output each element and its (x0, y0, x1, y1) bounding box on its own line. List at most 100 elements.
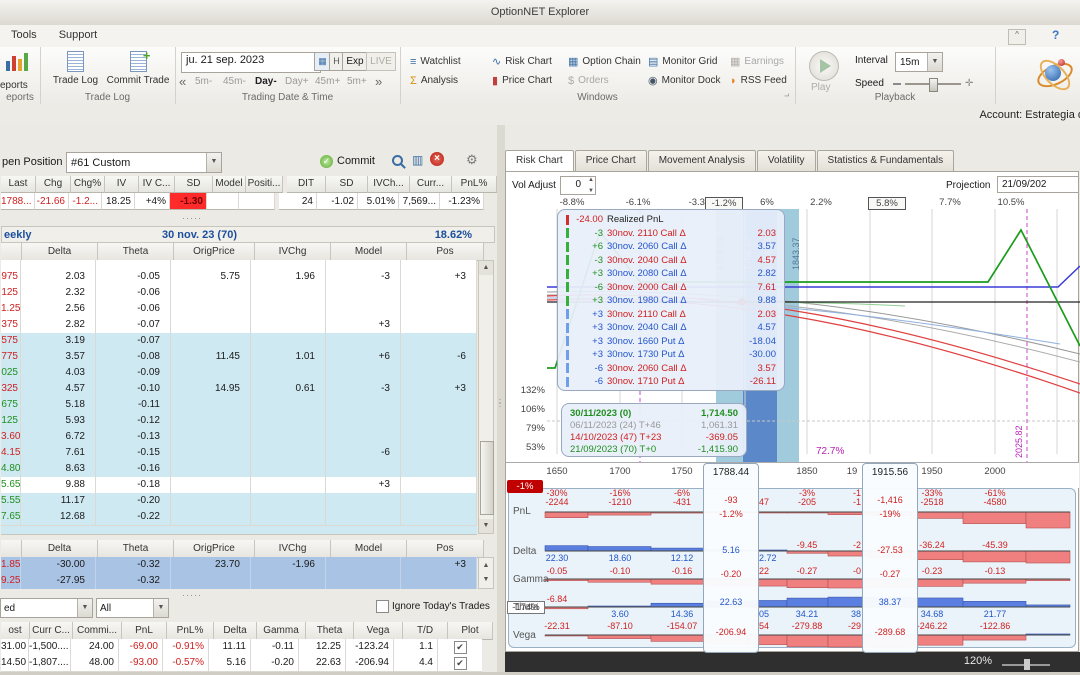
tab-risk-chart[interactable]: Risk Chart (505, 150, 574, 173)
chain-row[interactable]: 125 5.93 -0.12 (1, 413, 477, 429)
section-grip[interactable]: ····· (182, 213, 202, 223)
legend-bar-icon (566, 241, 569, 252)
chain-row[interactable]: 5.65 9.88 -0.18 +3 (1, 477, 477, 493)
reports-button[interactable]: eports (0, 80, 40, 91)
plot-checkbox[interactable]: ✔ (453, 641, 467, 654)
chain-row[interactable]: 975 2.03 -0.05 5.75 1.96 -3 +3 (1, 269, 477, 285)
position-row[interactable]: 1.85 -30.00 -0.32 23.70 -1.96 +3 (1, 557, 477, 573)
scroll-down-icon[interactable]: ▼ (479, 573, 493, 587)
scroll-thumb[interactable] (480, 441, 494, 515)
next-day-button[interactable]: » (375, 74, 382, 89)
menu-item-tools[interactable]: Tools (0, 25, 48, 41)
greeks-highlight-column[interactable]: 1915.56 -1,416 -19% -27.53 -0.27 38.37 -289.68 (862, 463, 918, 653)
help-icon[interactable]: ? (1052, 28, 1059, 42)
close-button[interactable]: × (430, 152, 444, 166)
spinner-down-icon[interactable]: ▼ (588, 188, 594, 194)
strategy-select[interactable]: #61 Custom ▼ (66, 152, 222, 173)
scroll-up-icon[interactable]: ▲ (479, 261, 493, 275)
title-bar[interactable]: OptionNET Explorer (0, 0, 1080, 26)
zoom-slider-handle[interactable] (1024, 659, 1030, 670)
dialog-launcher-icon[interactable]: ⌐ (784, 91, 789, 101)
chain-scrollbar[interactable]: ▲ ▼ (478, 260, 494, 534)
summary-value-row[interactable]: 1788... -21.66 -1.2... 18.25 +4% -1.30 24 -1.02… (1, 193, 484, 210)
chain-row[interactable]: 675 5.18 -0.11 (1, 397, 477, 413)
nav-45m+[interactable]: 45m+ (315, 76, 340, 87)
projection-date-field[interactable]: 21/09/202 (997, 176, 1079, 193)
interval-select[interactable]: 15m ▼ (895, 52, 943, 72)
cell: 4.4 (394, 655, 438, 671)
windows-button-price-chart[interactable]: ▮ Price Chart (492, 73, 552, 88)
section-grip[interactable]: ····· (182, 590, 202, 600)
greeks-highlight-column[interactable]: 1788.44 -93 -1.2% 5.16 -0.20 22.63 -206.94 (703, 463, 759, 653)
windows-button-monitor-grid[interactable]: ▤ Monitor Grid (648, 54, 717, 69)
speed-slider-handle[interactable] (929, 78, 938, 92)
settings-gear-icon[interactable]: ⚙ (466, 152, 478, 168)
greek-value: 18.60 (608, 553, 632, 563)
chain-row[interactable]: 1.25 2.56 -0.06 (1, 301, 477, 317)
nav-5m+[interactable]: 5m+ (347, 76, 367, 87)
collapse-ribbon-icon[interactable]: ^ (1008, 29, 1026, 45)
position-scroll[interactable]: ▲ ▼ (478, 557, 494, 589)
trades-row[interactable]: 14.50 -1,807.... 48.00 -93.00 -0.57% 5.16 -0.2… (1, 655, 482, 672)
exp-button[interactable]: Exp (342, 52, 368, 71)
panel-splitter[interactable]: ∶ ∶ (497, 125, 505, 675)
chain-row[interactable]: 125 2.32 -0.06 (1, 285, 477, 301)
trades-row[interactable]: 31.00 -1,500.... 24.00 -69.00 -0.91% 11.11 -0.… (1, 639, 482, 656)
band-price-label: 1843.37 (791, 237, 801, 270)
nav-Day+[interactable]: Day+ (285, 76, 309, 87)
commit-trade-button[interactable]: + Commit Trade (103, 48, 173, 86)
nav-45m-[interactable]: 45m- (223, 76, 246, 87)
tab-volatility[interactable]: Volatility (756, 150, 816, 171)
trade-log-button[interactable]: Trade Log (48, 51, 103, 86)
chain-row[interactable]: 3.60 6.72 -0.13 (1, 429, 477, 445)
scroll-up-icon[interactable]: ▲ (479, 559, 493, 573)
live-button[interactable]: LIVE (366, 52, 396, 71)
chain-row[interactable] (1, 260, 477, 269)
windows-button-option-chain[interactable]: ▦ Option Chain (568, 54, 641, 69)
chain-row[interactable]: 4.15 7.61 -0.15 -6 (1, 445, 477, 461)
trading-date-field[interactable]: ju. 21 sep. 2023 (181, 52, 321, 73)
scroll-down-icon[interactable]: ▼ (479, 519, 493, 533)
greek-value: -2 (852, 540, 861, 550)
menu-item-support[interactable]: Support (48, 25, 109, 41)
analysis-icon: Σ (410, 74, 417, 87)
windows-button-risk-chart[interactable]: ∿ Risk Chart (492, 54, 552, 69)
export-button[interactable]: ▥ (412, 153, 423, 167)
chain-row[interactable]: 325 4.57 -0.10 14.95 0.61 -3 +3 (1, 381, 477, 397)
ignore-today-checkbox[interactable] (376, 600, 389, 613)
cell (171, 285, 251, 301)
chain-row[interactable]: 4.80 8.63 -0.16 (1, 461, 477, 477)
chain-row[interactable]: 5.55 11.17 -0.20 (1, 493, 477, 509)
left-panel: pen Position (1) #61 Custom ▼ ✓ Commit ▥ × ⚙ Las… (0, 125, 497, 675)
nav-Day-[interactable]: Day- (255, 76, 277, 87)
tab-movement-analysis[interactable]: Movement Analysis (647, 150, 756, 171)
chain-row[interactable]: 775 3.57 -0.08 11.45 1.01 +6 -6 (1, 349, 477, 365)
tab-price-chart[interactable]: Price Chart (574, 150, 647, 171)
highlight-value: -1,416 (877, 495, 903, 505)
search-button[interactable] (392, 155, 406, 169)
chain-row[interactable] (1, 525, 477, 534)
highlight-value: -206.94 (715, 627, 747, 637)
cell (326, 509, 401, 525)
tab-statistics-fundamentals[interactable]: Statistics & Fundamentals (816, 150, 955, 171)
windows-button-analysis[interactable]: Σ Analysis (410, 73, 458, 88)
position-row[interactable]: 9.25 -27.95 -0.32 (1, 573, 477, 589)
trade-filter-select[interactable]: ed ▼ (0, 598, 93, 618)
windows-button-monitor-dock[interactable]: ◉ Monitor Dock (648, 73, 721, 88)
windows-button-rss-feed[interactable]: ◗ RSS Feed (730, 73, 787, 88)
nav-5m-[interactable]: 5m- (195, 76, 212, 87)
windows-button-watchlist[interactable]: ≡ Watchlist (410, 54, 461, 69)
spinner-up-icon[interactable]: ▲ (588, 177, 594, 183)
chain-row[interactable]: 575 3.19 -0.07 (1, 333, 477, 349)
chain-row[interactable]: 375 2.82 -0.07 +3 (1, 317, 477, 333)
cell: 325 (1, 381, 21, 397)
vol-adjust-stepper[interactable]: 0 ▲ ▼ (560, 176, 596, 195)
trade-filter-all-select[interactable]: All ▼ (96, 598, 169, 618)
ribbon-group-windows: Windows ≡ Watchlist ∿ Risk Chart ▦ Option Chai… (400, 47, 796, 104)
prev-day-button[interactable]: « (179, 74, 186, 89)
chain-row[interactable]: 025 4.03 -0.09 (1, 365, 477, 381)
plot-checkbox[interactable]: ✔ (453, 657, 467, 670)
greek-value: -0 (852, 566, 861, 576)
chain-row[interactable]: 7.65 12.68 -0.22 (1, 509, 477, 525)
commit-button[interactable]: ✓ Commit (320, 152, 375, 170)
